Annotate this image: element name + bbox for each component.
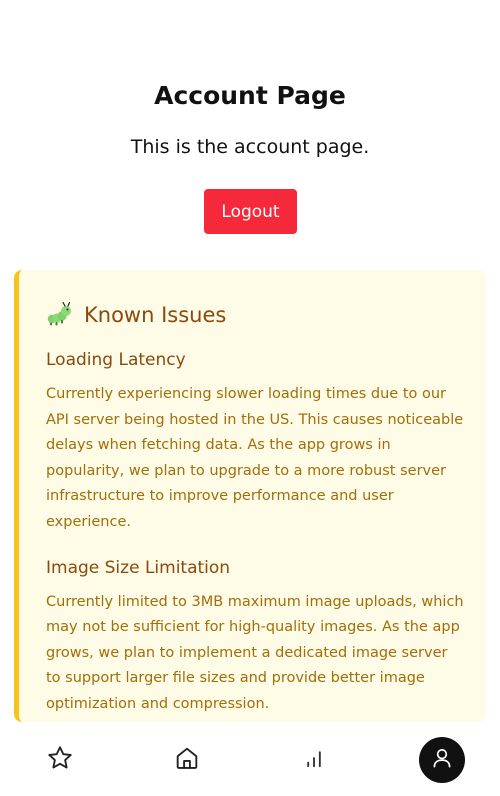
issue-heading-loading-latency: Loading Latency (46, 350, 186, 370)
user-icon (429, 745, 455, 775)
nav-item-favorites[interactable] (37, 737, 83, 783)
page-title: Account Page (154, 81, 346, 110)
star-icon (46, 744, 74, 776)
caterpillar-bug-icon (46, 301, 74, 329)
issue-description-loading-latency: Currently experiencing slower loading ti… (46, 386, 464, 530)
nav-item-home[interactable] (164, 737, 210, 783)
home-icon (173, 744, 201, 776)
issue-heading-image-size: Image Size Limitation (46, 557, 231, 578)
known-issues-card: Known Issues Loading Latency Currently e… (14, 270, 486, 722)
nav-item-stats[interactable] (291, 737, 337, 783)
bar-chart-icon (300, 744, 328, 776)
bottom-navigation (0, 726, 500, 796)
nav-item-account[interactable] (419, 737, 465, 783)
page-subtitle: This is the account page. (130, 136, 370, 158)
known-issues-title: Known Issues (84, 303, 227, 327)
known-issues-header: Known Issues (46, 298, 462, 332)
logout-button[interactable]: Logout (204, 189, 297, 234)
issue-description-image-size: Currently limited to 3MB maximum image u… (46, 593, 464, 712)
